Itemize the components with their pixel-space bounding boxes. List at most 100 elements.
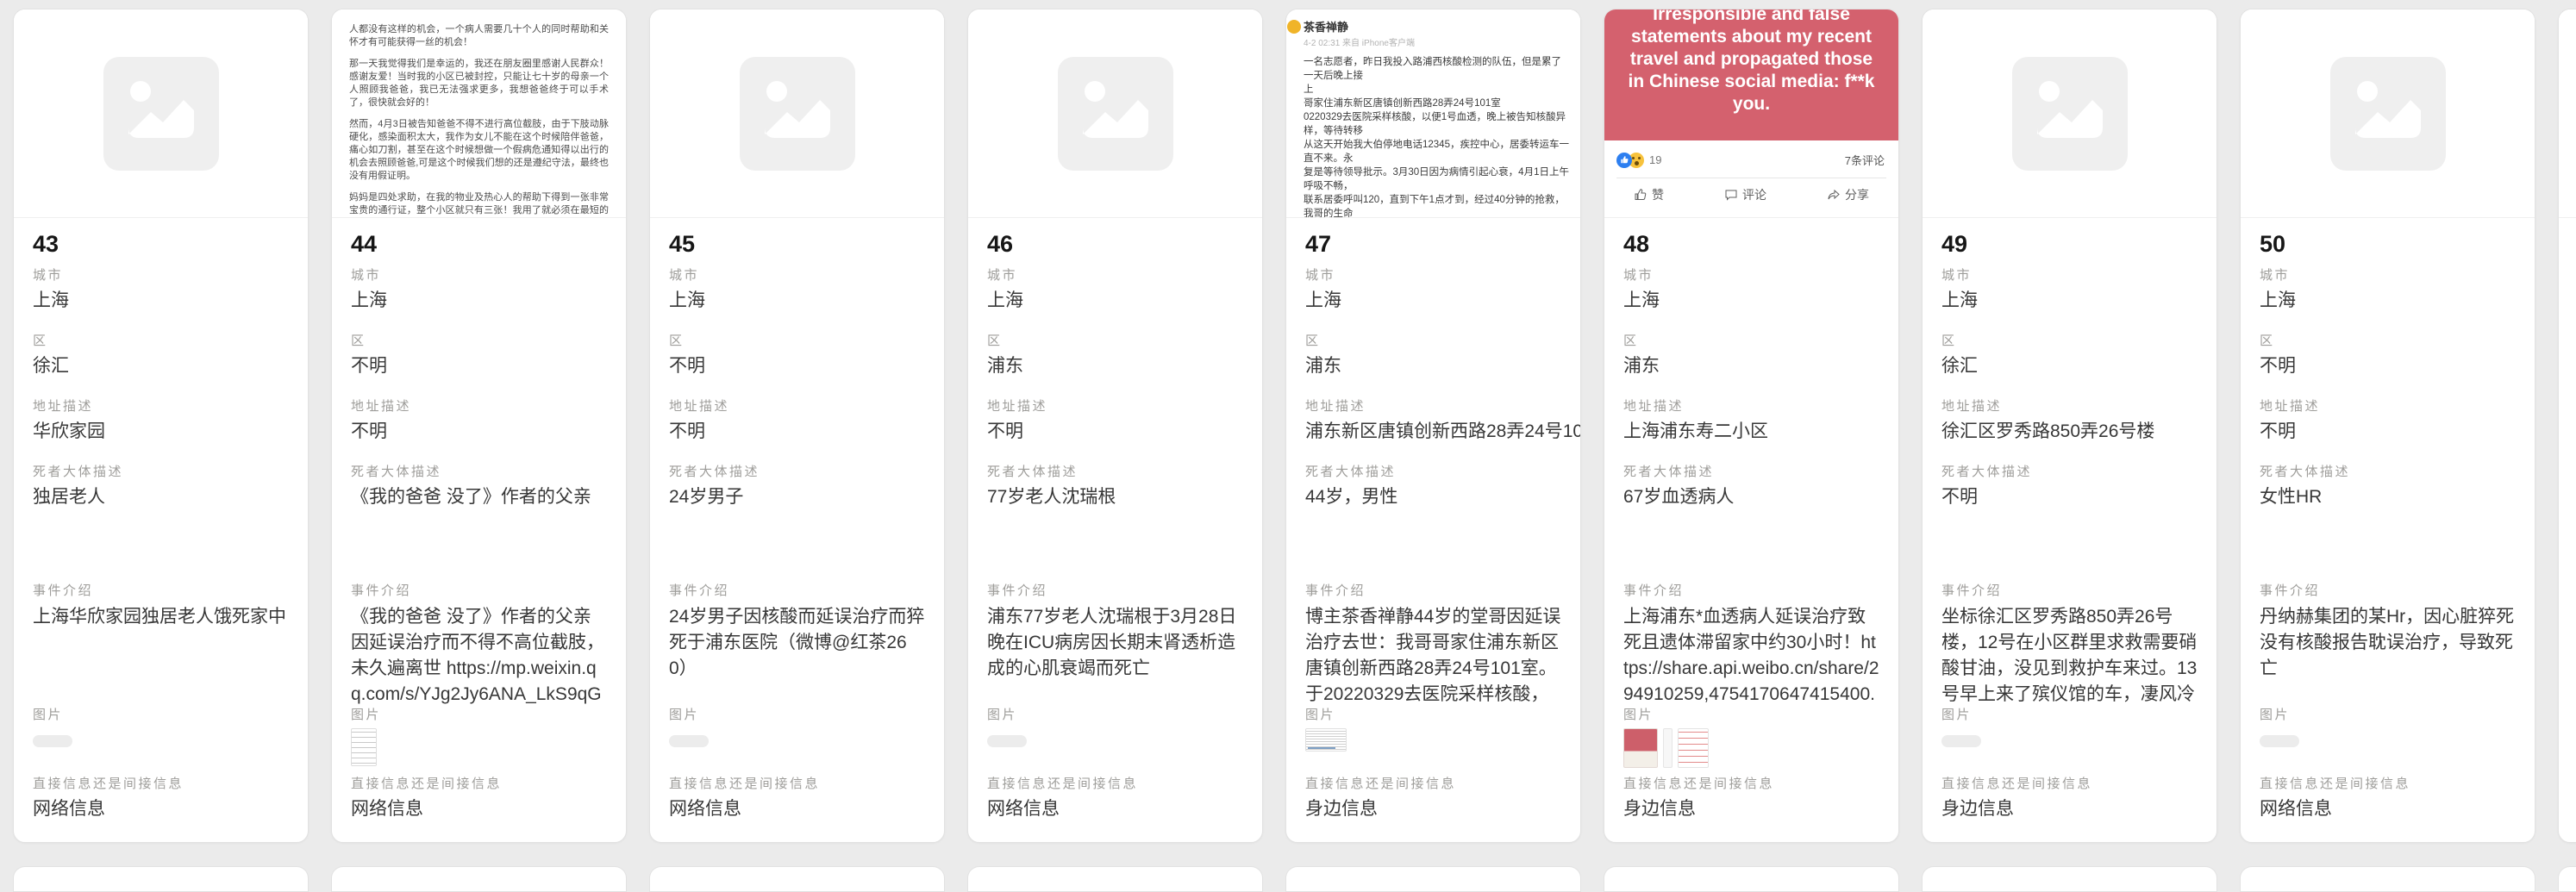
card-fields: 43 城市 上海 区 徐汇 地址描述 华欣家园 死者大体描述 独居老人 事件介绍… [14,218,308,821]
field-label-event: 事件介绍 [1305,583,1561,599]
record-number: 44 [351,230,607,258]
cover-paragraph: 然而，4月3日被告知爸爸不得不进行高位截肢，由于下肢动脉硬化，感染面积太大，我作… [349,118,609,183]
field-value-district: 浦东 [987,354,1243,378]
field-value-deceased: 44岁，男性 [1305,485,1561,561]
field-value-district: 不明 [351,354,607,378]
next-row-card-sliver[interactable] [2240,866,2535,892]
field-label-direct: 直接信息还是间接信息 [1623,777,1879,792]
field-value-district: 徐汇 [1941,354,2198,378]
weibo-avatar [1287,20,1301,34]
reaction-count: 19 [1649,153,1661,166]
field-label-event: 事件介绍 [33,583,289,599]
field-value-direct: 网络信息 [33,797,289,821]
field-label-direct: 直接信息还是间接信息 [987,777,1243,792]
field-label-district: 区 [987,334,1243,349]
next-row-card-sliver[interactable] [1604,866,1899,892]
field-value-city: 上海 [1305,289,1561,313]
next-row-card-sliver[interactable] [967,866,1263,892]
comment-icon [1724,188,1738,202]
next-row-card-sliver[interactable] [1922,866,2217,892]
field-label-address: 地址描述 [33,399,289,415]
weibo-body-line: 复是等待领导批示。3月30日因为病情引起心衰，4月1日上午呼吸不畅， [1304,165,1570,193]
field-value-address: 徐汇区罗秀路850弄26号楼 [1941,420,2198,444]
field-label-image: 图片 [1623,708,1879,723]
record-card-46[interactable]: 46 城市 上海 区 浦东 地址描述 不明 死者大体描述 77岁老人沈瑞根 事件… [967,9,1263,843]
card-fields: 47 城市 上海 区 浦东 地址描述 浦东新区唐镇创新西路28弄24号101室 … [1286,218,1580,821]
field-label-direct: 直接信息还是间接信息 [1305,777,1561,792]
field-label-deceased: 死者大体描述 [669,465,925,480]
field-label-city: 城市 [1623,268,1879,284]
weibo-body-line: 一名志愿者，昨日我投入路浦西核酸检测的队伍，但是累了一天后晚上接 [1304,55,1570,83]
weibo-body-line: 哥家住浦东新区唐镇创新西路28弄24号101室 [1304,97,1570,110]
field-value-address: 上海浦东寿二小区 [1623,420,1879,444]
post-stats-row: 19 7条评论 [1604,140,1898,178]
field-label-deceased: 死者大体描述 [1623,465,1879,480]
card-fields: 48 城市 上海 区 浦东 地址描述 上海浦东寿二小区 死者大体描述 67岁血透… [1604,218,1898,821]
image-thumb-row [2260,728,2516,768]
field-value-district: 不明 [669,354,925,378]
field-value-address: 不明 [987,420,1243,444]
field-label-direct: 直接信息还是间接信息 [2260,777,2516,792]
image-placeholder-icon [103,57,219,171]
field-label-image: 图片 [669,708,925,723]
field-value-deceased: 77岁老人沈瑞根 [987,485,1243,561]
field-label-deceased: 死者大体描述 [1941,465,2198,480]
field-label-event: 事件介绍 [669,583,925,599]
record-card-49[interactable]: 49 城市 上海 区 徐汇 地址描述 徐汇区罗秀路850弄26号楼 死者大体描述… [1922,9,2217,843]
image-thumb-row [33,728,289,768]
gallery-page: { "labels": { "city": "城市", "district": … [0,0,2576,869]
field-label-deceased: 死者大体描述 [987,465,1243,480]
field-value-district: 浦东 [1305,354,1561,378]
comment-button[interactable]: 评论 [1724,186,1766,203]
next-row-card-sliver[interactable] [1285,866,1581,892]
record-number: 47 [1305,230,1561,258]
field-label-district: 区 [1623,334,1879,349]
image-placeholder-icon [2012,57,2128,171]
field-label-district: 区 [1305,334,1561,349]
image-placeholder-icon [1058,57,1173,171]
field-value-address: 浦东新区唐镇创新西路28弄24号101室 [1305,420,1561,444]
share-button[interactable]: 分享 [1827,186,1869,203]
card-cover [968,9,1262,218]
field-value-city: 上海 [669,289,925,313]
record-card-44[interactable]: 人都没有这样的机会，一个病人需要几十个人的同时帮助和关怀才有可能获得一丝的机会！… [331,9,627,843]
field-label-direct: 直接信息还是间接信息 [351,777,607,792]
record-card-47[interactable]: 茶香禅静 4-2 02:31 来自 iPhone客户端 一名志愿者，昨日我投入路… [1285,9,1581,843]
image-thumb-row [1623,728,1879,768]
field-label-district: 区 [2260,334,2516,349]
record-card-45[interactable]: 45 城市 上海 区 不明 地址描述 不明 死者大体描述 24岁男子 事件介绍 … [649,9,945,843]
field-label-district: 区 [351,334,607,349]
record-number: 50 [2260,230,2516,258]
field-value-direct: 网络信息 [987,797,1243,821]
weibo-body-line: 0220329去医院采样核酸，以便1号血透，晚上被告知核酸异样，等待转移 [1304,110,1570,138]
field-label-address: 地址描述 [987,399,1243,415]
next-row-card-sliver[interactable] [649,866,945,892]
record-card-48[interactable]: Irresponsible and false statements about… [1604,9,1899,843]
next-row-card-sliver[interactable] [331,866,627,892]
field-value-direct: 网络信息 [351,797,607,821]
field-value-direct: 网络信息 [669,797,925,821]
field-label-address: 地址描述 [1305,399,1561,415]
field-value-direct: 身边信息 [1623,797,1879,821]
field-value-address: 不明 [2260,420,2516,444]
field-value-deceased: 不明 [1941,485,2198,561]
empty-image-chip [33,735,72,747]
document-thumbnail [351,728,377,766]
like-button[interactable]: 赞 [1634,186,1664,203]
field-value-deceased: 24岁男子 [669,485,925,561]
card-cover [14,9,308,218]
record-card-50[interactable]: 50 城市 上海 区 不明 地址描述 不明 死者大体描述 女性HR 事件介绍 丹… [2240,9,2535,843]
field-label-city: 城市 [1305,268,1561,284]
field-label-city: 城市 [1941,268,2198,284]
next-row-card-sliver[interactable] [13,866,309,892]
image-thumb-row [1305,728,1561,768]
next-row-card-sliver[interactable] [2558,866,2576,892]
field-label-image: 图片 [1305,708,1561,723]
record-card-partial[interactable] [2558,9,2576,843]
field-label-image: 图片 [33,708,289,723]
card-fields: 46 城市 上海 区 浦东 地址描述 不明 死者大体描述 77岁老人沈瑞根 事件… [968,218,1262,821]
field-value-district: 不明 [2260,354,2516,378]
card-cover [2559,9,2576,218]
record-number: 45 [669,230,925,258]
record-card-43[interactable]: 43 城市 上海 区 徐汇 地址描述 华欣家园 死者大体描述 独居老人 事件介绍… [13,9,309,843]
